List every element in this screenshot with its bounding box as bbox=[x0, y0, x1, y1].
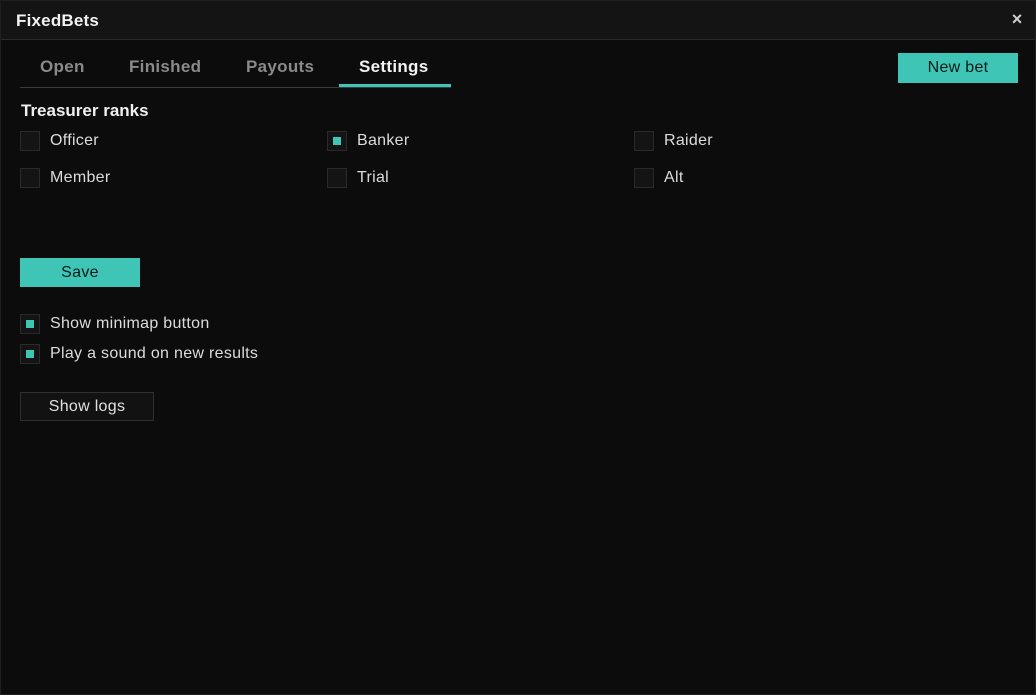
check-mark-icon bbox=[26, 320, 34, 328]
check-mark-icon bbox=[26, 350, 34, 358]
rank-alt-checkbox[interactable] bbox=[634, 168, 654, 188]
close-icon[interactable]: × bbox=[1007, 8, 1027, 30]
rank-trial-label: Trial bbox=[357, 169, 390, 186]
tab-open[interactable]: Open bbox=[40, 57, 85, 77]
new-bet-button[interactable]: New bet bbox=[898, 53, 1018, 83]
save-button[interactable]: Save bbox=[20, 258, 140, 287]
rank-banker-label: Banker bbox=[357, 132, 410, 149]
rank-member-label: Member bbox=[50, 169, 111, 186]
rank-raider-label: Raider bbox=[664, 132, 713, 149]
tab-finished[interactable]: Finished bbox=[129, 57, 201, 77]
rank-banker-checkbox[interactable] bbox=[327, 131, 347, 151]
tab-bar: Open Finished Payouts Settings bbox=[20, 41, 451, 88]
check-mark-icon bbox=[333, 137, 341, 145]
play-sound-label: Play a sound on new results bbox=[50, 345, 259, 362]
rank-alt-label: Alt bbox=[664, 169, 684, 186]
play-sound-checkbox[interactable] bbox=[20, 344, 40, 364]
active-tab-indicator bbox=[339, 84, 451, 87]
show-minimap-label: Show minimap button bbox=[50, 315, 210, 332]
treasurer-ranks-heading: Treasurer ranks bbox=[21, 101, 149, 120]
rank-officer-checkbox[interactable] bbox=[20, 131, 40, 151]
rank-officer-label: Officer bbox=[50, 132, 99, 149]
tab-payouts[interactable]: Payouts bbox=[246, 57, 314, 77]
window-title: FixedBets bbox=[16, 11, 100, 30]
fixedbets-window: FixedBets × Open Finished Payouts Settin… bbox=[0, 0, 1036, 695]
tab-settings[interactable]: Settings bbox=[359, 57, 428, 77]
rank-raider-checkbox[interactable] bbox=[634, 131, 654, 151]
show-minimap-checkbox[interactable] bbox=[20, 314, 40, 334]
rank-member-checkbox[interactable] bbox=[20, 168, 40, 188]
title-bar[interactable]: FixedBets × bbox=[1, 1, 1035, 40]
rank-trial-checkbox[interactable] bbox=[327, 168, 347, 188]
show-logs-button[interactable]: Show logs bbox=[20, 392, 154, 421]
